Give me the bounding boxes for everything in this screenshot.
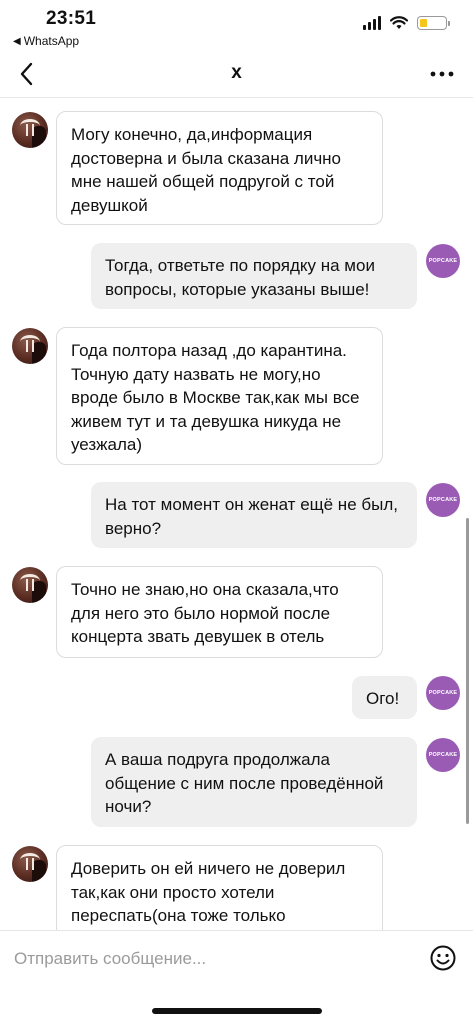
back-to-app-link[interactable]: ◀ WhatsApp — [13, 34, 79, 48]
cellular-signal-icon — [363, 16, 381, 30]
incoming-message-bubble[interactable]: Могу конечно, да,информация достоверна и… — [56, 111, 383, 225]
popcake-avatar[interactable]: POPCAKE — [426, 483, 460, 517]
home-indicator[interactable] — [152, 1008, 322, 1014]
outgoing-message-bubble[interactable]: Тогда, ответьте по порядку на мои вопрос… — [91, 243, 417, 309]
incoming-message-bubble[interactable]: Точно не знаю,но она сказала,что для нег… — [56, 566, 383, 658]
outgoing-message-bubble[interactable]: На тот момент он женат ещё не был, верно… — [91, 482, 417, 548]
avatar-label: POPCAKE — [428, 690, 458, 696]
chat-header: x — [0, 52, 473, 98]
emoji-icon[interactable] — [429, 944, 457, 972]
message-list[interactable]: Могу конечно, да,информация достоверна и… — [0, 98, 473, 930]
incoming-message-bubble[interactable]: Года полтора назад ,до карантина. Точную… — [56, 327, 383, 465]
sender-avatar[interactable] — [12, 567, 48, 603]
status-time: 23:51 — [46, 8, 97, 29]
ellipsis-icon[interactable] — [427, 60, 457, 88]
popcake-avatar[interactable]: POPCAKE — [426, 738, 460, 772]
back-triangle-icon: ◀ — [13, 35, 21, 47]
status-bar: 23:51 ◀ WhatsApp — [0, 0, 473, 52]
avatar-label: POPCAKE — [428, 497, 458, 503]
sender-avatar[interactable] — [12, 846, 48, 882]
avatar-label: POPCAKE — [428, 258, 458, 264]
battery-icon — [417, 16, 450, 30]
popcake-avatar[interactable]: POPCAKE — [426, 244, 460, 278]
incoming-message-bubble[interactable]: Доверить он ей ничего не доверил так,как… — [56, 845, 383, 930]
composer-bar — [0, 930, 473, 986]
sender-avatar[interactable] — [12, 112, 48, 148]
avatar-label: POPCAKE — [428, 752, 458, 758]
message-input[interactable] — [14, 945, 414, 973]
sender-avatar[interactable] — [12, 328, 48, 364]
scrollbar[interactable] — [466, 518, 469, 824]
wifi-icon — [390, 16, 408, 29]
outgoing-message-bubble[interactable]: А ваша подруга продолжала общение с ним … — [91, 737, 417, 827]
popcake-avatar[interactable]: POPCAKE — [426, 676, 460, 710]
chat-title[interactable]: x — [0, 62, 473, 84]
status-icons — [363, 16, 450, 30]
back-app-label: WhatsApp — [23, 34, 80, 48]
outgoing-message-bubble[interactable]: Ого! — [352, 676, 417, 719]
